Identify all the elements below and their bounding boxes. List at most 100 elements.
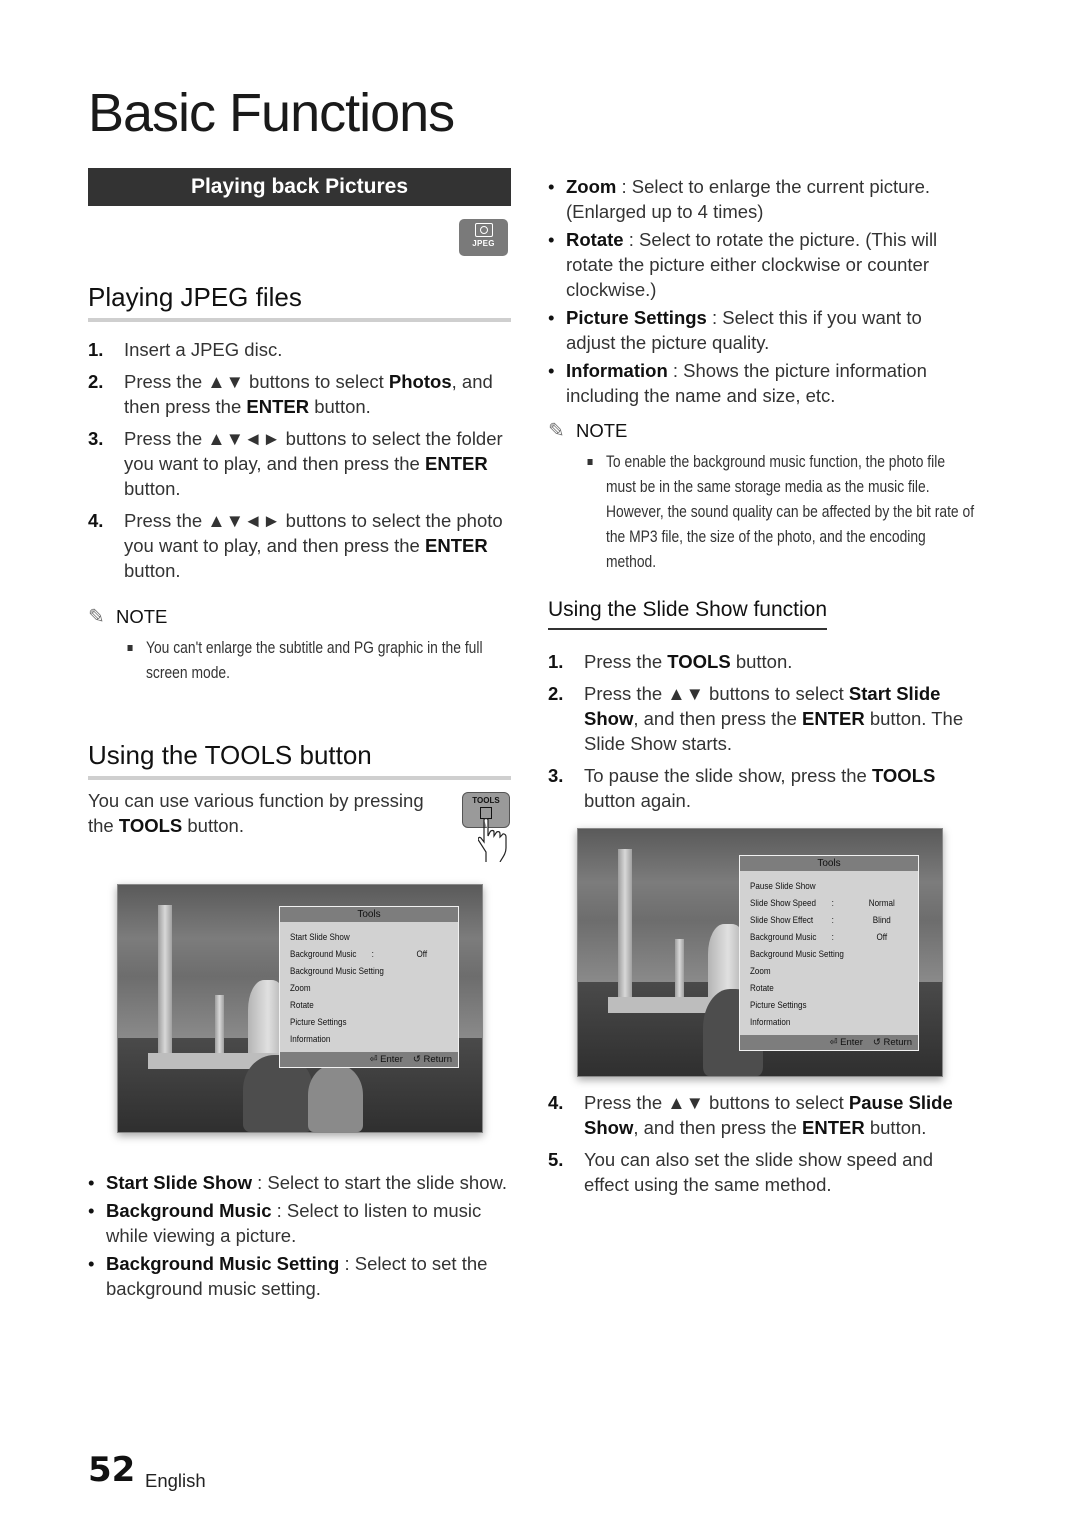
camera-icon [474, 223, 493, 237]
menu-item[interactable]: Information [750, 1014, 884, 1031]
section-banner: Playing back Pictures [88, 168, 511, 206]
bold-term: ENTER [425, 535, 488, 556]
minaret-image [618, 849, 632, 999]
menu-item[interactable]: Information [290, 1031, 424, 1048]
step-item: 1. Insert a JPEG disc. [88, 337, 518, 362]
tools-bullets-left: Start Slide Show : Select to start the s… [88, 1170, 508, 1304]
menu-item[interactable]: Background Music Setting [290, 963, 424, 980]
slideshow-steps-a: 1. Press the TOOLS button. 2. Press the ▲▼ … [548, 649, 968, 820]
enter-hint: ⏎ Enter [829, 1037, 863, 1048]
step-number: 1. [88, 339, 104, 360]
menu-item-label: Zoom [290, 983, 311, 994]
step-item: 2. Press the ▲▼ buttons to select Photos,… [88, 369, 518, 419]
text: : Select to start the slide show. [251, 1172, 507, 1193]
menu-colon: : [371, 949, 374, 960]
menu-item-value: Normal [868, 898, 895, 909]
step-number: 3. [548, 765, 564, 786]
pencil-icon: ✎ [88, 606, 105, 628]
menu-item[interactable]: Background Music Setting [750, 946, 884, 963]
tools-menu-1: Tools Start Slide Show Background Music: Of… [279, 906, 459, 1068]
bold-term: Background Music [106, 1200, 272, 1221]
tools-bullets-right: Zoom : Select to enlarge the current pic… [548, 174, 968, 411]
bold-term: Rotate [566, 229, 624, 250]
return-hint: ↺ Return [872, 1037, 912, 1048]
menu-item[interactable]: Zoom [750, 963, 884, 980]
menu-item[interactable]: Rotate [290, 997, 424, 1014]
pointing-hand-icon [478, 818, 507, 862]
bold-term: TOOLS [667, 651, 731, 672]
menu-item-label: Background Music [750, 932, 817, 943]
menu-item[interactable]: Pause Slide Show [750, 878, 884, 895]
step-number: 2. [548, 683, 564, 704]
text: button. [730, 651, 793, 672]
menu-item[interactable]: Background Music: Off [290, 946, 427, 963]
text: button. [124, 478, 181, 499]
bullet-item: Start Slide Show : Select to start the s… [88, 1170, 508, 1195]
jpeg-steps: 1. Insert a JPEG disc. 2. Press the ▲▼ butt… [88, 337, 518, 590]
step-item: 1. Press the TOOLS button. [548, 649, 968, 674]
bold-term: ENTER [246, 396, 310, 417]
menu-item-label: Information [290, 1034, 331, 1045]
menu-title: Tools [280, 907, 458, 922]
page-number: 52 [88, 1450, 136, 1490]
bold-term: Start Slide Show [106, 1172, 252, 1193]
page-title: Basic Functions [88, 83, 455, 143]
step-item: 2. Press the ▲▼ buttons to select Start S… [548, 681, 968, 756]
text: button. [864, 1117, 927, 1138]
square-bullet-icon [127, 645, 133, 651]
text: Press the [584, 651, 668, 672]
step-number: 5. [548, 1149, 564, 1170]
bullet-item: Zoom : Select to enlarge the current pic… [548, 174, 968, 224]
square-bullet-icon [587, 459, 593, 465]
bold-term: Picture Settings [566, 307, 707, 328]
text: Press the ▲▼ buttons to select [584, 683, 849, 704]
heading-slide-show: Using the Slide Show function [548, 598, 827, 630]
tv-screenshot-tools-menu: Tools Start Slide Show Background Music: Of… [117, 884, 483, 1133]
note-text: To enable the background music function,… [587, 450, 976, 575]
menu-item-label: Pause Slide Show [750, 881, 816, 892]
section-rule [88, 776, 511, 780]
bullet-item: Rotate : Select to rotate the picture. (… [548, 227, 968, 302]
tools-menu-2: Tools Pause Slide Show Slide Show Speed: No… [739, 855, 919, 1051]
step-number: 4. [548, 1092, 564, 1113]
text: You can also set the slide show speed an… [584, 1149, 934, 1195]
step-item: 4. Press the ▲▼ buttons to select Pause S… [548, 1090, 968, 1140]
menu-item[interactable]: Slide Show Effect: Blind [750, 912, 891, 929]
step-number: 4. [88, 510, 104, 531]
menu-item[interactable]: Picture Settings [290, 1014, 424, 1031]
text: , and then press the [633, 1117, 803, 1138]
menu-item[interactable]: Background Music: Off [750, 929, 887, 946]
note-text: You can't enlarge the subtitle and PG gr… [127, 636, 507, 686]
menu-item[interactable]: Zoom [290, 980, 424, 997]
bullet-item: Information : Shows the picture informat… [548, 358, 968, 408]
bold-term: ENTER [802, 1117, 865, 1138]
text: Press the ▲▼ buttons to select [584, 1092, 849, 1113]
menu-item-label: Zoom [750, 966, 771, 977]
menu-item[interactable]: Start Slide Show [290, 929, 424, 946]
bold-term: Zoom [566, 176, 617, 197]
return-hint: ↺ Return [412, 1054, 452, 1065]
menu-item[interactable]: Picture Settings [750, 997, 884, 1014]
step-item: 3. To pause the slide show, press the TOO… [548, 763, 968, 813]
step-number: 2. [88, 371, 104, 392]
menu-colon: : [831, 898, 834, 909]
bullet-item: Picture Settings : Select this if you wa… [548, 305, 968, 355]
bold-term: Photos [388, 371, 452, 392]
menu-item[interactable]: Slide Show Speed: Normal [750, 895, 895, 912]
menu-item-label: Picture Settings [750, 1000, 807, 1011]
menu-footer: ⏎ Enter ↺ Return [280, 1052, 458, 1067]
menu-item-label: Background Music Setting [750, 949, 844, 960]
text: button. [309, 396, 371, 417]
tools-intro-text: You can use various function by pressing… [88, 788, 448, 838]
menu-item-value: Blind [872, 915, 891, 926]
text: To pause the slide show, press the [584, 765, 872, 786]
bold-term: Background Music Setting [106, 1253, 340, 1274]
step-number: 1. [548, 651, 564, 672]
menu-item[interactable]: Rotate [750, 980, 884, 997]
pencil-icon: ✎ [548, 420, 565, 442]
menu-item-label: Information [750, 1017, 791, 1028]
bold-term: ENTER [425, 453, 488, 474]
heading-playing-jpeg: Playing JPEG files [88, 282, 302, 312]
menu-title: Tools [740, 856, 918, 871]
bullet-item: Background Music : Select to listen to m… [88, 1198, 508, 1248]
